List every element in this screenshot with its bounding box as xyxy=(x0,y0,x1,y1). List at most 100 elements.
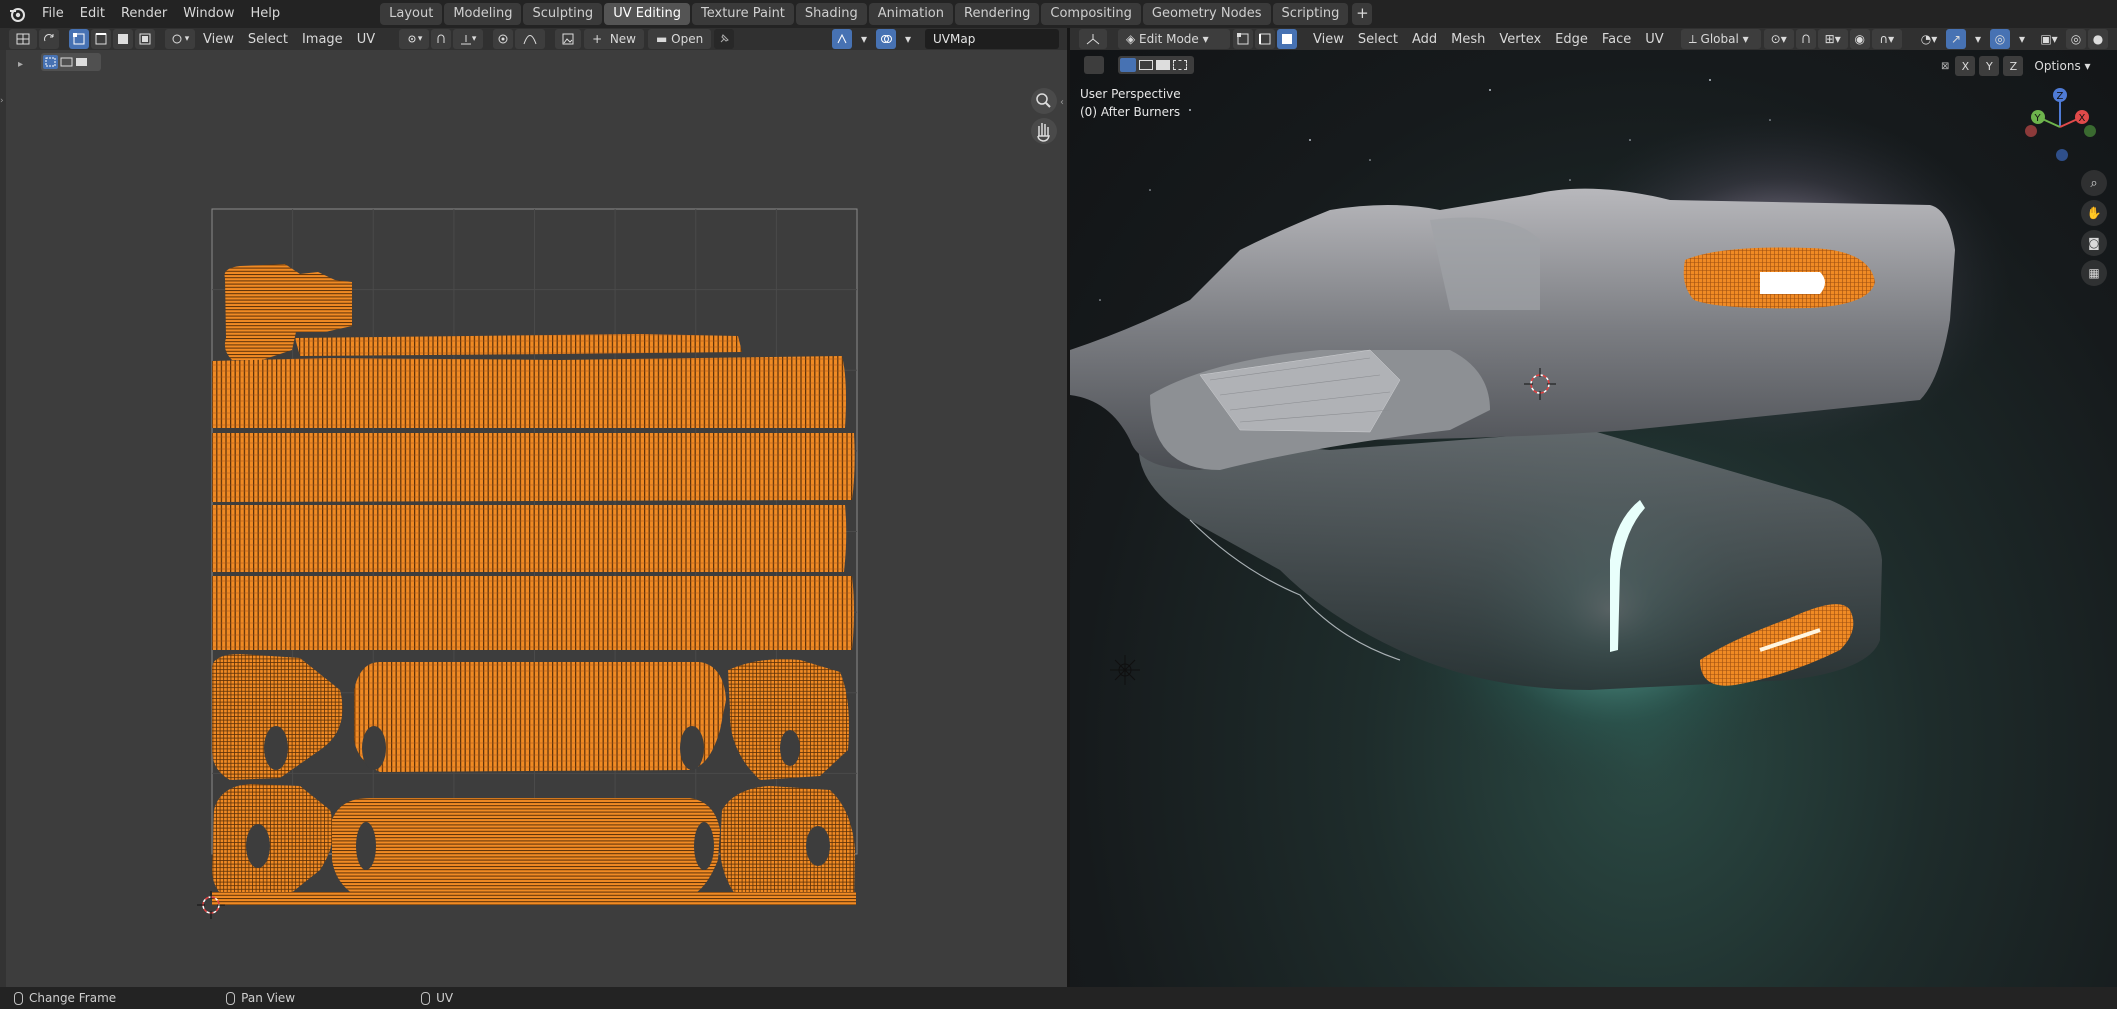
falloff-icon[interactable] xyxy=(515,29,546,49)
vp-pan-button[interactable]: ✋ xyxy=(2081,200,2107,226)
transform-orientation-dropdown[interactable]: ⟂ Global ▾ xyxy=(1680,29,1761,49)
menu-image[interactable]: Image xyxy=(295,32,350,47)
shading-wireframe-icon[interactable]: ◎ xyxy=(2066,29,2086,49)
vp-menu-face[interactable]: Face xyxy=(1595,32,1638,47)
mirror-z-button[interactable]: Z xyxy=(2003,56,2024,76)
menu-uv[interactable]: UV xyxy=(350,32,382,47)
tab-shading[interactable]: Shading xyxy=(795,3,867,25)
toolbar-collapse-arrow-icon[interactable]: › xyxy=(0,96,4,106)
show-overlays-icon[interactable] xyxy=(876,29,896,49)
snap-toggle-icon[interactable] xyxy=(431,29,452,49)
menu-help[interactable]: Help xyxy=(243,0,289,28)
vp-toolbar-cursor-icon[interactable] xyxy=(1084,56,1104,74)
open-image-button[interactable]: ▬ Open xyxy=(648,29,712,49)
new-image-button[interactable]: + New xyxy=(584,29,644,49)
uvmap-name-field[interactable]: UVMap xyxy=(925,29,1059,49)
menu-render[interactable]: Render xyxy=(113,0,175,28)
viewport-scene[interactable] xyxy=(1070,50,2117,987)
tab-texture-paint[interactable]: Texture Paint xyxy=(692,3,794,25)
tab-modeling[interactable]: Modeling xyxy=(444,3,522,25)
vp-ortho-button[interactable]: ▦ xyxy=(2081,260,2107,286)
gizmo-dropdown-icon[interactable]: ▾ xyxy=(854,29,874,49)
tab-animation[interactable]: Animation xyxy=(868,3,953,25)
vp-edge-select-icon[interactable] xyxy=(1255,29,1275,49)
mirror-x-button[interactable]: X xyxy=(1955,56,1976,76)
gizmo-neg-x-handle[interactable] xyxy=(2025,125,2037,137)
uv-pan-button[interactable] xyxy=(1031,118,1057,144)
sticky-selection-icon[interactable]: ▾ xyxy=(165,29,195,49)
mirror-y-button[interactable]: Y xyxy=(1979,56,2000,76)
vp-select-extend-icon[interactable] xyxy=(1139,60,1153,70)
tab-sculpting[interactable]: Sculpting xyxy=(523,3,603,25)
snap-target-icon[interactable]: ▾ xyxy=(453,29,484,49)
visibility-icon[interactable]: ◔▾ xyxy=(1914,29,1944,49)
tab-layout[interactable]: Layout xyxy=(380,3,443,25)
vp-snap-target-icon[interactable]: ⊞▾ xyxy=(1817,29,1848,49)
vp-gizmo-icon[interactable]: ↗ xyxy=(1946,29,1966,49)
overlays-dropdown-icon[interactable]: ▾ xyxy=(898,29,918,49)
vp-select-subtract-icon[interactable] xyxy=(1156,60,1170,70)
shading-solid-icon[interactable]: ● xyxy=(2088,29,2108,49)
vp-face-select-icon[interactable] xyxy=(1277,29,1297,49)
pin-icon[interactable] xyxy=(714,29,735,49)
tab-geometry-nodes[interactable]: Geometry Nodes xyxy=(1142,3,1271,25)
vp-menu-view[interactable]: View xyxy=(1306,32,1351,47)
light-object-icon[interactable] xyxy=(1110,655,1140,685)
vp-menu-uv[interactable]: UV xyxy=(1638,32,1670,47)
add-workspace-button[interactable]: + xyxy=(1352,3,1373,25)
face-select-icon[interactable] xyxy=(113,29,133,49)
menu-file[interactable]: File xyxy=(34,0,72,28)
vp-menu-edge[interactable]: Edge xyxy=(1548,32,1595,47)
vp-gizmo-dropdown-icon[interactable]: ▾ xyxy=(1968,29,1988,49)
vp-menu-add[interactable]: Add xyxy=(1405,32,1444,47)
xray-icon[interactable]: ▣▾ xyxy=(2034,29,2064,49)
vp-falloff-icon[interactable]: ∩▾ xyxy=(1871,29,1902,49)
vp-menu-mesh[interactable]: Mesh xyxy=(1444,32,1492,47)
image-browse-icon[interactable] xyxy=(555,29,582,49)
proportional-edit-icon[interactable] xyxy=(493,29,514,49)
vp-overlay-icon[interactable]: ◎ xyxy=(1990,29,2010,49)
pivot-point-icon[interactable]: ▾ xyxy=(399,29,430,49)
vp-overlay-dropdown-icon[interactable]: ▾ xyxy=(2012,29,2032,49)
sidebar-toggle-icon[interactable]: ‹ xyxy=(1060,97,1064,108)
uv-islands[interactable] xyxy=(212,264,856,905)
vp-vertex-select-icon[interactable] xyxy=(1233,29,1253,49)
tab-uv-editing[interactable]: UV Editing xyxy=(604,3,691,25)
pivot-icon[interactable]: ⊙▾ xyxy=(1763,29,1794,49)
toolbar-expand-icon[interactable]: ▸ xyxy=(18,59,23,70)
island-select-icon[interactable] xyxy=(135,29,155,49)
mode-dropdown[interactable]: ◈ Edit Mode ▾ xyxy=(1118,29,1230,49)
editor-type-3d-icon[interactable] xyxy=(1079,29,1107,49)
vp-select-box-icon[interactable] xyxy=(1120,58,1136,72)
edge-select-icon[interactable] xyxy=(91,29,111,49)
blender-logo-icon[interactable] xyxy=(8,5,26,23)
vertex-select-icon[interactable] xyxy=(69,29,89,49)
3d-viewport[interactable]: User Perspective (0) After Burners ⊠ X Y… xyxy=(1070,50,2117,987)
vp-select-mode-group[interactable] xyxy=(1118,56,1194,74)
uv-editor[interactable]: ▸ › ‹ xyxy=(0,50,1067,987)
editor-type-icon[interactable] xyxy=(9,29,37,49)
navigation-gizmo[interactable]: Z Y X xyxy=(2020,85,2100,165)
vp-camera-button[interactable]: ◙ xyxy=(2081,230,2107,256)
tab-compositing[interactable]: Compositing xyxy=(1041,3,1141,25)
vp-snap-icon[interactable] xyxy=(1795,29,1816,49)
menu-edit[interactable]: Edit xyxy=(72,0,113,28)
vp-menu-vertex[interactable]: Vertex xyxy=(1492,32,1548,47)
menu-window[interactable]: Window xyxy=(175,0,242,28)
menu-select[interactable]: Select xyxy=(241,32,295,47)
gizmo-neg-y-handle[interactable] xyxy=(2084,125,2096,137)
options-dropdown[interactable]: Options ▾ xyxy=(2034,59,2090,73)
menu-view[interactable]: View xyxy=(196,32,241,47)
tab-rendering[interactable]: Rendering xyxy=(955,3,1040,25)
gizmo-neg-z-handle[interactable] xyxy=(2056,149,2068,161)
vp-proportional-icon[interactable]: ◉ xyxy=(1849,29,1870,49)
sync-selection-icon[interactable] xyxy=(39,29,59,49)
select-subtract-icon[interactable] xyxy=(76,58,87,66)
vp-select-invert-icon[interactable] xyxy=(1173,60,1187,70)
uv-zoom-button[interactable] xyxy=(1031,88,1057,114)
tab-scripting[interactable]: Scripting xyxy=(1272,3,1349,25)
vp-menu-select[interactable]: Select xyxy=(1351,32,1405,47)
vp-zoom-button[interactable]: ⌕ xyxy=(2081,170,2107,196)
show-gizmo-icon[interactable] xyxy=(832,29,852,49)
uv-canvas[interactable]: ▸ › ‹ xyxy=(0,50,1067,987)
